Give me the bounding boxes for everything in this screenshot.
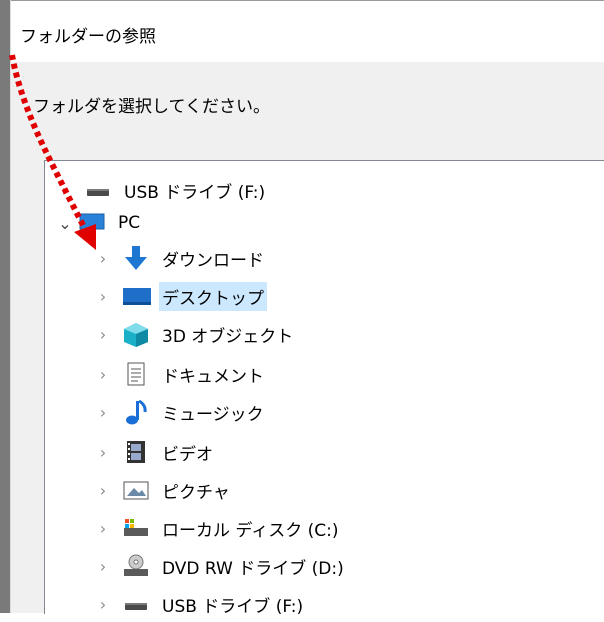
local-disk-icon — [121, 514, 151, 542]
tree-item-label: PC — [118, 213, 141, 233]
pc-monitor-icon — [77, 209, 107, 237]
usb-drive-icon — [83, 176, 113, 204]
document-icon — [121, 360, 151, 388]
video-film-icon — [121, 438, 151, 466]
dvd-drive-icon — [121, 552, 151, 580]
tree-item-usb-drive-top[interactable]: › USB ドライブ (F:) — [57, 173, 268, 207]
tree-item-label: ドキュメント — [162, 366, 264, 387]
tree-item-label: 3D オブジェクト — [162, 326, 294, 347]
window-top-border — [0, 0, 604, 1]
tree-item-music[interactable]: › ミュージック — [95, 395, 267, 429]
tree-item-desktop[interactable]: › デスクトップ — [95, 279, 267, 313]
tree-item-pc[interactable]: ⌄ PC — [57, 206, 143, 240]
chevron-right-icon[interactable]: › — [95, 403, 111, 422]
chevron-right-icon[interactable]: › — [95, 557, 111, 576]
chevron-right-icon[interactable]: › — [95, 519, 111, 538]
music-note-icon — [121, 398, 151, 426]
chevron-right-icon[interactable]: › — [95, 287, 111, 306]
usb-drive-icon — [121, 590, 151, 618]
tree-item-dvd-drive-d[interactable]: › DVD RW ドライブ (D:) — [95, 549, 347, 583]
chevron-right-icon[interactable]: › — [95, 249, 111, 268]
tree-item-label: ダウンロード — [162, 250, 264, 271]
tree-item-label: ピクチャ — [162, 482, 230, 503]
tree-item-3d-objects[interactable]: › 3D オブジェクト — [95, 317, 296, 351]
tree-item-usb-drive-f[interactable]: › USB ドライブ (F:) — [95, 587, 306, 621]
chevron-right-icon[interactable]: › — [95, 595, 111, 614]
tree-item-local-disk-c[interactable]: › ローカル ディスク (C:) — [95, 511, 341, 545]
tree-item-videos[interactable]: › ビデオ — [95, 435, 216, 469]
folder-tree[interactable]: › USB ドライブ (F:) ⌄ PC › ダウンロード › デスクトップ ›… — [44, 160, 604, 617]
window-left-edge-highlight — [10, 0, 11, 613]
tree-item-documents[interactable]: › ドキュメント — [95, 357, 267, 391]
tree-item-downloads[interactable]: › ダウンロード — [95, 241, 267, 275]
tree-item-label: デスクトップ — [159, 281, 267, 311]
chevron-down-icon[interactable]: ⌄ — [57, 214, 73, 233]
cube-3d-icon — [121, 320, 151, 348]
window-title: フォルダーの参照 — [20, 27, 156, 47]
tree-item-label: DVD RW ドライブ (D:) — [162, 558, 344, 579]
tree-item-label: ミュージック — [162, 404, 264, 425]
tree-item-label: USB ドライブ (F:) — [124, 182, 266, 203]
picture-icon — [121, 476, 151, 504]
desktop-icon — [121, 282, 151, 310]
chevron-right-icon[interactable]: › — [95, 481, 111, 500]
tree-item-label: ローカル ディスク (C:) — [162, 520, 339, 541]
tree-item-pictures[interactable]: › ピクチャ — [95, 473, 233, 507]
download-arrow-icon — [121, 244, 151, 272]
chevron-right-icon[interactable]: › — [57, 181, 73, 200]
chevron-right-icon[interactable]: › — [95, 365, 111, 384]
title-bar: フォルダーの参照 — [0, 0, 604, 62]
chevron-right-icon[interactable]: › — [95, 443, 111, 462]
tree-item-label: ビデオ — [162, 444, 213, 465]
instruction-text: フォルダを選択してください。 — [33, 97, 270, 117]
window-left-edge — [0, 0, 10, 613]
chevron-right-icon[interactable]: › — [95, 325, 111, 344]
tree-item-label: USB ドライブ (F:) — [162, 596, 304, 617]
